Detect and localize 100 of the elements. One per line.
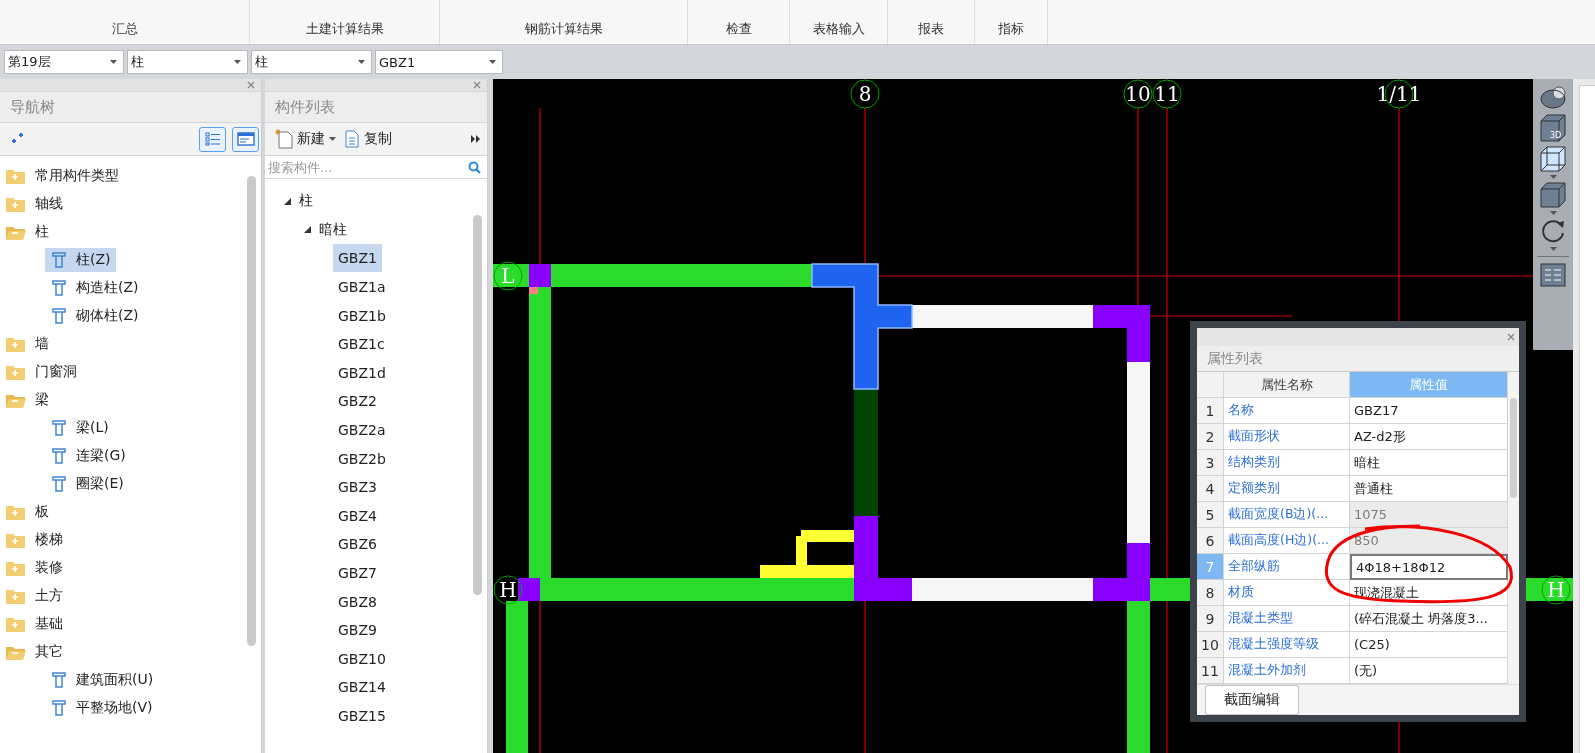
tree-item[interactable]: GBZ10	[333, 644, 391, 673]
row-number[interactable]: 10	[1197, 632, 1224, 658]
tree-folder[interactable]: 装修	[0, 556, 68, 580]
folder-icon	[5, 335, 27, 353]
tree-item[interactable]: 圈梁(E)	[45, 472, 129, 496]
wireframe-cube-icon	[1539, 145, 1567, 173]
tree-item[interactable]: GBZ3	[333, 473, 382, 502]
tree-item[interactable]: 平整场地(V)	[45, 696, 158, 720]
folder-icon	[5, 363, 27, 381]
window-icon	[236, 132, 255, 146]
tree-item[interactable]: 梁(L)	[45, 416, 114, 440]
row-number[interactable]: 8	[1197, 580, 1224, 606]
tree-folder[interactable]: 楼梯	[0, 528, 68, 552]
tree-node[interactable]: 暗柱	[299, 217, 352, 242]
tree-folder[interactable]: 土方	[0, 584, 68, 608]
tree-folder[interactable]: 梁	[0, 388, 54, 412]
close-icon	[1507, 333, 1515, 342]
component-icon	[50, 251, 68, 269]
caret-icon	[1549, 247, 1557, 251]
folder-icon	[5, 503, 27, 521]
row-number[interactable]: 11	[1197, 658, 1224, 684]
close-icon	[473, 81, 481, 89]
ribbon-tab[interactable]: 检查	[688, 0, 790, 44]
section-edit-button[interactable]: 截面编辑	[1205, 685, 1299, 715]
ribbon-tab[interactable]: 钢筋计算结果	[440, 0, 688, 44]
tree-item[interactable]: 连梁(G)	[45, 444, 131, 468]
tree-item[interactable]: GBZ1c	[333, 330, 390, 359]
scrollbar-thumb[interactable]	[1510, 398, 1517, 498]
property-name: 混凝土类型	[1224, 606, 1350, 632]
scrollbar-thumb[interactable]	[473, 215, 482, 595]
caret-icon	[110, 60, 117, 64]
search-field[interactable]: 搜索构件...	[268, 159, 468, 175]
dropdown[interactable]: 第19层	[4, 50, 124, 74]
folder-icon	[5, 615, 27, 633]
tree-folder[interactable]: 柱	[0, 220, 54, 244]
tree-folder[interactable]: 常用构件类型	[0, 164, 124, 188]
selected-column[interactable]	[811, 263, 913, 390]
property-name: 名称	[1224, 398, 1350, 424]
ribbon-tab[interactable]: 表格输入	[790, 0, 888, 44]
row-number[interactable]: 4	[1197, 476, 1224, 502]
search-icon	[468, 160, 481, 174]
folder-icon	[5, 587, 27, 605]
tree-item[interactable]: GBZ1b	[333, 301, 391, 330]
tree-item[interactable]: GBZ1	[333, 244, 382, 273]
tree-folder[interactable]: 轴线	[0, 192, 68, 216]
column-header[interactable]: 属性名称	[1224, 372, 1350, 398]
caret-icon	[1549, 175, 1557, 179]
list-view-button[interactable]	[199, 126, 226, 152]
tree-item[interactable]: GBZ1a	[333, 273, 391, 302]
tree-item[interactable]: 构造柱(Z)	[45, 276, 144, 300]
tree-folder[interactable]: 板	[0, 500, 54, 524]
tree-folder[interactable]: 基础	[0, 612, 68, 636]
tree-folder[interactable]: 墙	[0, 332, 54, 356]
copy-button[interactable]: 复制	[340, 126, 396, 152]
tree-item[interactable]: GBZ7	[333, 559, 382, 587]
caret-icon	[489, 60, 496, 64]
row-number[interactable]: 1	[1197, 398, 1224, 424]
dropdown[interactable]: GBZ1	[375, 50, 503, 74]
tree-folder[interactable]: 其它	[0, 640, 68, 664]
tree-item[interactable]: GBZ1d	[333, 358, 391, 387]
tree-item[interactable]: GBZ2	[333, 387, 382, 416]
row-number[interactable]: 3	[1197, 450, 1224, 476]
tree-item[interactable]: GBZ8	[333, 587, 382, 616]
component-icon	[50, 475, 68, 493]
tree-item[interactable]: GBZ4	[333, 501, 382, 530]
new-button[interactable]: 新建	[271, 126, 340, 152]
tree-item[interactable]: 柱(Z)	[45, 248, 116, 272]
property-name: 定额类别	[1224, 476, 1350, 502]
panel-title: 属性列表	[1197, 346, 1519, 371]
component-icon	[50, 279, 68, 297]
globe-icon	[1539, 85, 1567, 111]
component-icon	[50, 419, 68, 437]
property-value[interactable]: 4Φ18+18Φ12	[1350, 554, 1508, 580]
folder-icon	[5, 559, 27, 577]
dropdown[interactable]: 柱	[127, 50, 248, 74]
tree-folder[interactable]: 门窗洞	[0, 360, 82, 384]
row-number[interactable]: 9	[1197, 606, 1224, 632]
tree-item[interactable]: GBZ9	[333, 616, 382, 645]
panel-view-button[interactable]	[232, 126, 259, 152]
tree-item[interactable]: GBZ15	[333, 702, 391, 730]
component-icon	[50, 699, 68, 717]
dropdown[interactable]: 柱	[251, 50, 372, 74]
property-name: 材质	[1224, 580, 1350, 606]
ribbon-tab[interactable]: 土建计算结果	[250, 0, 440, 44]
expanded-triangle-icon	[304, 226, 311, 234]
tree-node[interactable]: 柱	[279, 189, 318, 214]
tree-item[interactable]: GBZ2a	[333, 416, 391, 445]
ribbon-tab[interactable]: 汇总	[0, 0, 250, 44]
caret-icon	[358, 60, 365, 64]
page-icon	[275, 129, 293, 149]
component-icon	[50, 447, 68, 465]
scrollbar-thumb[interactable]	[247, 176, 256, 646]
tree-item[interactable]: 砌体柱(Z)	[45, 304, 144, 328]
tree-item[interactable]: GBZ14	[333, 673, 391, 702]
row-number[interactable]: 2	[1197, 424, 1224, 450]
tree-item[interactable]: 建筑面积(U)	[45, 668, 159, 692]
ribbon-tab[interactable]: 报表	[888, 0, 975, 44]
tree-item[interactable]: GBZ2b	[333, 444, 391, 473]
tree-item[interactable]: GBZ6	[333, 530, 382, 559]
ribbon-tab[interactable]: 指标	[975, 0, 1048, 44]
